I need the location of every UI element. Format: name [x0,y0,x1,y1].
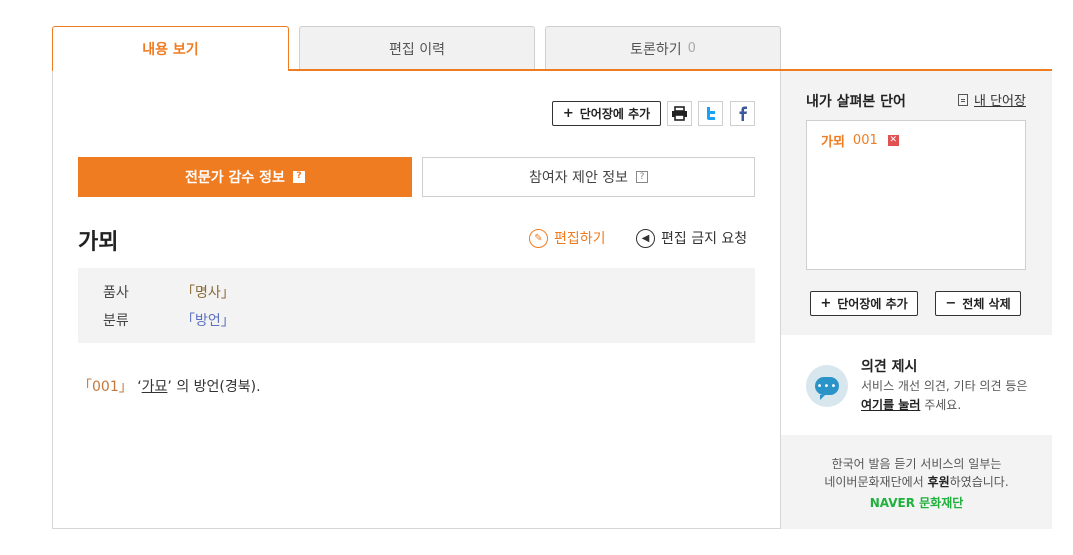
tab-discussion[interactable]: 토론하기 0 [545,26,781,70]
megaphone-icon: ◀ [636,228,655,248]
sponsor-line2-pre: 네이버문화재단에서 [824,475,928,489]
pencil-icon: ✎ [529,228,548,248]
tab-label: 편집 이력 [389,41,445,58]
edit-button[interactable]: ✎ 편집하기 [529,228,606,248]
list-item[interactable]: 가뫼 001 ✕ [821,131,899,150]
print-button[interactable] [667,101,692,126]
add-to-vocab-label: 단어장에 추가 [579,107,651,121]
document-icon [958,93,968,106]
sidebar-add-label: 단어장에 추가 [837,297,908,311]
remove-icon[interactable]: ✕ [887,135,899,146]
naver-foundation-logo[interactable]: NAVER 문화재단 [781,494,1052,511]
meta-row-category: 분류 「방언」 [103,310,235,330]
edit-block-label: 편집 금지 요청 [661,231,748,247]
sense-number: 「001」 [78,379,133,395]
opinion-line2-rest: 주세요. [920,398,962,412]
help-icon[interactable]: ? [636,171,649,183]
opinion-description: 서비스 개선 의견, 기타 의견 등은 여기를 눌러 주세요. [861,377,1027,415]
sidebar-add-to-vocab-button[interactable]: + 단어장에 추가 [810,291,918,316]
sponsor-line1: 한국어 발음 듣기 서비스의 일부는 [831,457,1002,471]
meta-row-pos: 품사 「명사」 [103,282,235,302]
sponsor-line2: 네이버문화재단에서 후원하였습니다. [781,473,1052,490]
tab-participant-label: 참여자 제안 정보 [528,170,629,186]
my-vocab-label: 내 단어장 [974,94,1026,109]
recent-word-number: 001 [852,133,878,148]
discussion-count: 0 [687,41,696,56]
facebook-icon [739,106,747,121]
delete-all-label: 전체 삭제 [962,297,1011,311]
tab-label: 내용 보기 [142,42,199,58]
pos-value[interactable]: 「명사」 [181,282,235,302]
opinion-link[interactable]: 여기를 눌러 [861,398,920,412]
plus-icon: + [562,106,574,121]
minus-icon: − [945,296,957,311]
add-to-vocab-button[interactable]: + 단어장에 추가 [552,101,661,126]
sponsor-line2-bold: 후원 [927,475,950,489]
quote-close: ’ [167,379,172,395]
opinion-icon-circle: ••• [806,365,848,407]
word-title: 가뫼 [78,230,119,255]
sponsor-line2-post: 하였습니다. [949,475,1009,489]
tab-edit-history[interactable]: 편집 이력 [299,26,535,70]
tab-expert-label: 전문가 감수 정보 [185,170,285,186]
edit-label: 편집하기 [554,231,606,247]
edit-block-request-button[interactable]: ◀ 편집 금지 요청 [636,228,747,248]
tab-label: 토론하기 [630,41,682,58]
tab-expert-info[interactable]: 전문가 감수 정보 ? [78,157,412,197]
opinion-title: 의견 제시 [861,359,918,375]
my-vocab-link[interactable]: 내 단어장 [958,90,1026,109]
frame-border-left [52,71,53,529]
recent-word[interactable]: 가뫼 [821,131,845,150]
word-meta-box: 품사 「명사」 분류 「방언」 [78,268,755,343]
opinion-line2: 여기를 눌러 주세요. [861,396,1027,415]
plus-icon: + [820,296,832,311]
delete-all-button[interactable]: − 전체 삭제 [935,291,1021,316]
opinion-line1: 서비스 개선 의견, 기타 의견 등은 [861,379,1028,393]
category-value[interactable]: 「방언」 [181,310,235,330]
twitter-icon [706,107,715,120]
help-icon[interactable]: ? [292,171,305,183]
printer-icon [672,106,687,121]
share-twitter-button[interactable] [698,101,723,126]
speech-bubble-icon: ••• [815,377,839,400]
definition: 「001」 ‘가묘’ 의 방언(경북). [78,376,261,396]
category-label: 분류 [103,313,129,329]
definition-ref-link[interactable]: 가묘 [142,379,168,395]
share-facebook-button[interactable] [730,101,755,126]
tab-content-view[interactable]: 내용 보기 [52,26,289,71]
tab-participant-info[interactable]: 참여자 제안 정보 ? [422,157,755,197]
recent-words-title: 내가 살펴본 단어 [806,94,906,110]
pos-label: 품사 [103,285,129,301]
definition-text: 의 방언(경북). [176,379,261,395]
recent-words-list: 가뫼 001 ✕ [806,120,1026,270]
